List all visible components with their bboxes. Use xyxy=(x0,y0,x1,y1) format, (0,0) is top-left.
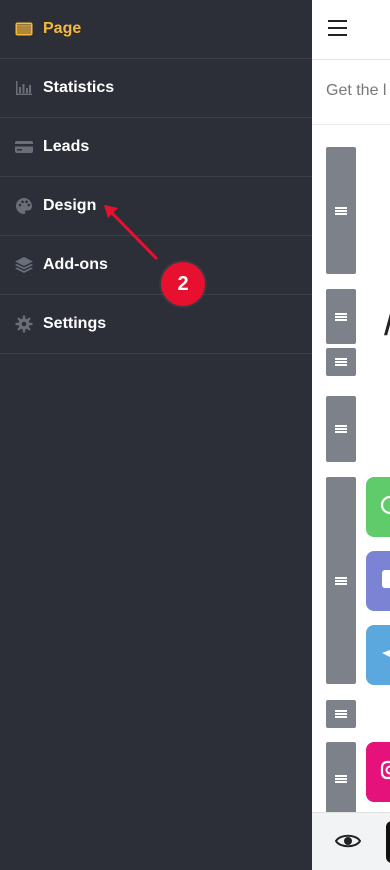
whatsapp-button[interactable] xyxy=(366,477,390,537)
publish-button[interactable] xyxy=(386,821,390,863)
annotation-step-badge: 2 xyxy=(161,262,205,306)
layers-icon xyxy=(15,256,33,274)
drag-handle[interactable] xyxy=(326,147,356,274)
bar-chart-icon xyxy=(15,79,33,97)
drag-handle[interactable] xyxy=(326,289,356,344)
drag-handle[interactable] xyxy=(326,477,356,684)
drag-handle[interactable] xyxy=(326,396,356,462)
hamburger-icon[interactable] xyxy=(328,20,347,36)
eye-icon[interactable] xyxy=(334,829,362,853)
drag-handle[interactable] xyxy=(326,348,356,376)
sidebar-item-label: Add-ons xyxy=(43,256,108,273)
sidebar: Page Statistics Leads Design Add-ons Set… xyxy=(0,0,312,870)
palette-icon xyxy=(15,197,33,215)
partial-block-glyph: / xyxy=(384,300,390,345)
sidebar-item-settings[interactable]: Settings xyxy=(0,295,312,354)
sidebar-item-design[interactable]: Design xyxy=(0,177,312,236)
browser-window-icon xyxy=(15,20,33,38)
sidebar-item-label: Statistics xyxy=(43,79,115,96)
sidebar-item-label: Page xyxy=(43,20,82,37)
sidebar-item-add-ons[interactable]: Add-ons xyxy=(0,236,312,295)
preview-bottombar xyxy=(312,812,390,870)
divider xyxy=(312,124,390,125)
discord-button[interactable] xyxy=(366,551,390,611)
gear-icon xyxy=(15,315,33,333)
sidebar-item-leads[interactable]: Leads xyxy=(0,118,312,177)
discord-icon xyxy=(380,568,390,594)
page-preview: Get the l / xyxy=(312,0,390,870)
sidebar-item-page[interactable]: Page xyxy=(0,0,312,59)
instagram-button[interactable] xyxy=(366,742,390,802)
drag-handle[interactable] xyxy=(326,742,356,816)
sidebar-item-label: Design xyxy=(43,197,97,214)
sidebar-item-statistics[interactable]: Statistics xyxy=(0,59,312,118)
instagram-icon xyxy=(380,760,390,784)
drag-handle[interactable] xyxy=(326,700,356,728)
sidebar-item-label: Leads xyxy=(43,138,90,155)
telegram-icon xyxy=(380,643,390,667)
sidebar-item-label: Settings xyxy=(43,315,107,332)
telegram-button[interactable] xyxy=(366,625,390,685)
preview-topbar xyxy=(312,0,390,60)
preview-subtitle: Get the l xyxy=(326,82,387,99)
credit-card-icon xyxy=(15,138,33,156)
whatsapp-icon xyxy=(380,495,390,519)
